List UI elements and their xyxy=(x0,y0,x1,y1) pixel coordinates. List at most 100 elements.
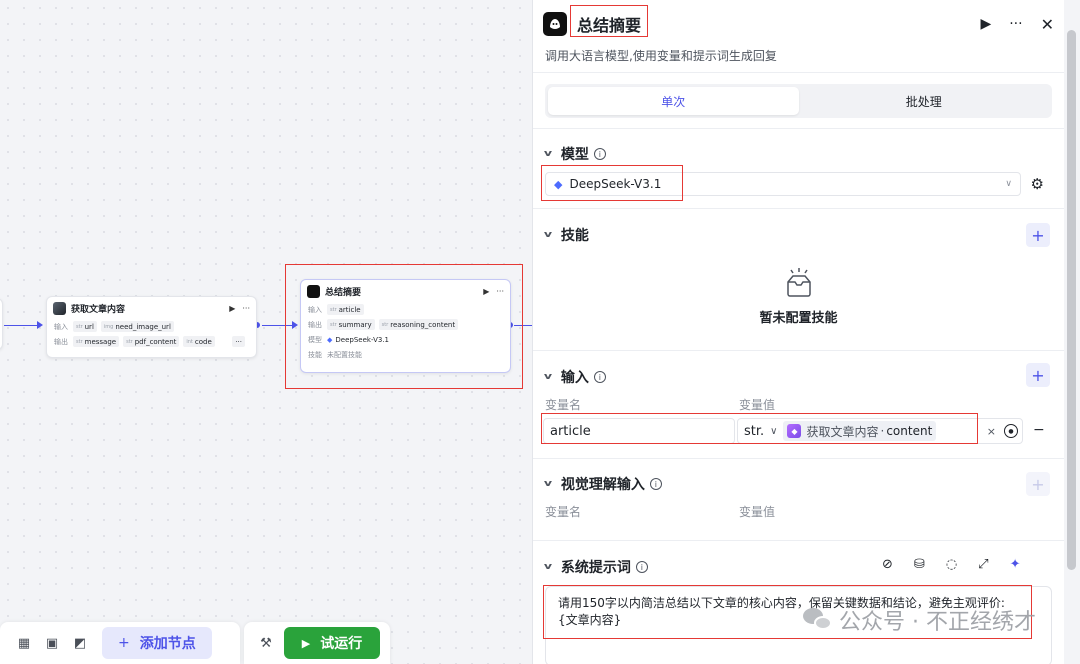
variable-name-input[interactable]: article xyxy=(543,418,735,444)
tab-single[interactable]: 单次 xyxy=(548,87,799,115)
prompt-toolbar: ⊘ ⛁ ◌ ⤢ ✦ xyxy=(882,557,1020,572)
param-tag: str article xyxy=(327,304,364,315)
section-title: 技能 xyxy=(560,228,589,244)
test-run-button[interactable]: ▶ 试运行 xyxy=(284,627,380,659)
col-variable-name: 变量名 xyxy=(545,398,582,412)
param-tag: str url xyxy=(73,321,97,332)
llm-node-icon xyxy=(543,12,567,36)
col-variable-name: 变量名 xyxy=(545,505,582,519)
chevron-down-icon: v xyxy=(543,372,553,382)
add-skill-button[interactable]: + xyxy=(1026,223,1050,247)
panel-description: 调用大语言模型,使用变量和提示词生成回复 xyxy=(545,49,777,63)
model-select[interactable]: ◆ DeepSeek-V3.1 ∨ xyxy=(545,172,1021,196)
add-vision-input-button[interactable]: + xyxy=(1026,472,1050,496)
scrollbar-thumb[interactable] xyxy=(1067,30,1076,570)
section-input-header[interactable]: v 输入 i xyxy=(543,367,606,387)
variable-picker-icon[interactable]: ● xyxy=(1004,424,1018,438)
ref-var-name: content xyxy=(886,424,933,438)
run-toolbar: ⚒ ▶ 试运行 xyxy=(244,622,390,664)
ai-sparkle-icon[interactable]: ✦ xyxy=(1010,557,1021,572)
section-title: 视觉理解输入 xyxy=(560,477,645,493)
model-select-value: DeepSeek-V3.1 xyxy=(569,177,662,191)
grid-icon[interactable]: ▦ xyxy=(10,629,38,657)
skill-empty-state: 暂未配置技能 xyxy=(533,268,1064,326)
chevron-down-icon: v xyxy=(543,479,553,489)
info-icon[interactable]: i xyxy=(593,371,606,383)
divider xyxy=(533,458,1064,459)
workflow-canvas[interactable]: 获取文章内容 ▶ ··· 输入 str url img need_image_url… xyxy=(0,0,532,664)
compass-icon[interactable]: ⊘ xyxy=(882,557,893,572)
lightbulb-icon[interactable]: ◌ xyxy=(946,557,957,572)
test-run-label: 试运行 xyxy=(320,636,363,652)
play-icon[interactable]: ▶ xyxy=(229,304,235,313)
divider xyxy=(533,128,1064,129)
node-output-label: 输出 xyxy=(308,320,322,329)
play-icon: ▶ xyxy=(301,636,311,650)
wrench-icon[interactable]: ⚒ xyxy=(252,629,280,657)
more-params-tag: ··· xyxy=(232,336,245,347)
node-title: 获取文章内容 xyxy=(71,304,126,315)
chevron-down-icon[interactable]: ∨ xyxy=(770,426,777,437)
param-tag: str reasoning_content xyxy=(378,319,459,330)
col-variable-value: 变量值 xyxy=(739,505,776,519)
node-summary[interactable]: 总结摘要 ▶ ··· 输入 str article 输出 str summary s… xyxy=(300,279,511,373)
info-icon[interactable]: i xyxy=(649,478,662,490)
play-icon[interactable]: ▶ xyxy=(483,287,489,296)
info-icon[interactable]: i xyxy=(593,148,606,160)
section-prompt-header[interactable]: v 系统提示词 i xyxy=(543,557,648,577)
wechat-icon xyxy=(803,608,833,632)
section-model-header[interactable]: v 模型 i xyxy=(543,144,606,164)
clear-icon[interactable]: × xyxy=(987,425,996,438)
expand-icon[interactable]: ⤢ xyxy=(978,557,988,572)
canvas-toolbar: ▦ ▣ ◩ + 添加节点 xyxy=(0,622,240,664)
more-icon[interactable]: ··· xyxy=(496,287,504,296)
add-input-button[interactable]: + xyxy=(1026,363,1050,387)
chevron-down-icon: v xyxy=(543,562,553,572)
tab-batch[interactable]: 批处理 xyxy=(799,87,1050,115)
node-title: 总结摘要 xyxy=(325,287,362,298)
mode-tabs: 单次 批处理 xyxy=(545,84,1052,118)
variable-name-value: article xyxy=(550,423,591,439)
node-input-label: 输入 xyxy=(54,322,68,331)
edge-arrow xyxy=(292,321,298,329)
gear-icon[interactable]: ⚙ xyxy=(1031,175,1044,193)
node-config-panel: 总结摘要 ▶ ··· ✕ 调用大语言模型,使用变量和提示词生成回复 单次 批处理… xyxy=(532,0,1064,664)
edge-arrow xyxy=(37,321,43,329)
param-tag: img need_image_url xyxy=(100,321,174,332)
plus-icon: + xyxy=(118,635,130,651)
previous-node[interactable] xyxy=(0,298,3,350)
panel-header: 总结摘要 ▶ ··· ✕ xyxy=(543,10,1054,38)
type-select[interactable]: str. xyxy=(744,424,764,439)
info-icon[interactable]: i xyxy=(635,561,648,573)
close-icon[interactable]: ✕ xyxy=(1041,15,1054,34)
section-skill-header[interactable]: v 技能 xyxy=(544,225,589,245)
edge-line xyxy=(514,325,532,326)
add-node-label: 添加节点 xyxy=(139,636,196,652)
run-node-icon[interactable]: ▶ xyxy=(980,16,991,32)
ref-node-name: 获取文章内容 xyxy=(806,424,879,439)
more-icon[interactable]: ··· xyxy=(242,304,250,313)
section-title: 模型 xyxy=(560,147,589,163)
remove-row-icon[interactable]: − xyxy=(1033,422,1045,438)
panel-title[interactable]: 总结摘要 xyxy=(577,12,641,36)
param-tag: str pdf_content xyxy=(123,336,180,347)
node-skill-label: 技能 xyxy=(308,350,322,359)
param-tag: str message xyxy=(73,336,120,347)
variable-value-input[interactable]: str. ∨ ◆ 获取文章内容 · content × ● xyxy=(737,418,1023,444)
node-fetch-article[interactable]: 获取文章内容 ▶ ··· 输入 str url img need_image_url… xyxy=(46,296,257,358)
library-icon[interactable]: ⛁ xyxy=(914,557,925,572)
more-icon[interactable]: ··· xyxy=(1009,16,1022,32)
edge-line xyxy=(4,325,38,326)
node-output-label: 输出 xyxy=(54,337,68,346)
section-title: 输入 xyxy=(560,370,589,386)
reference-chip[interactable]: ◆ 获取文章内容 · content xyxy=(783,421,937,441)
comment-icon[interactable]: ◩ xyxy=(66,629,94,657)
image-icon[interactable]: ▣ xyxy=(38,629,66,657)
chevron-down-icon: v xyxy=(543,149,553,159)
empty-box-icon xyxy=(786,268,811,297)
section-vision-header[interactable]: v 视觉理解输入 i xyxy=(543,474,662,494)
edge-line xyxy=(262,325,292,326)
add-node-button[interactable]: + 添加节点 xyxy=(102,627,212,659)
plugin-icon xyxy=(53,301,66,315)
node-model-value: DeepSeek-V3.1 xyxy=(335,335,389,344)
